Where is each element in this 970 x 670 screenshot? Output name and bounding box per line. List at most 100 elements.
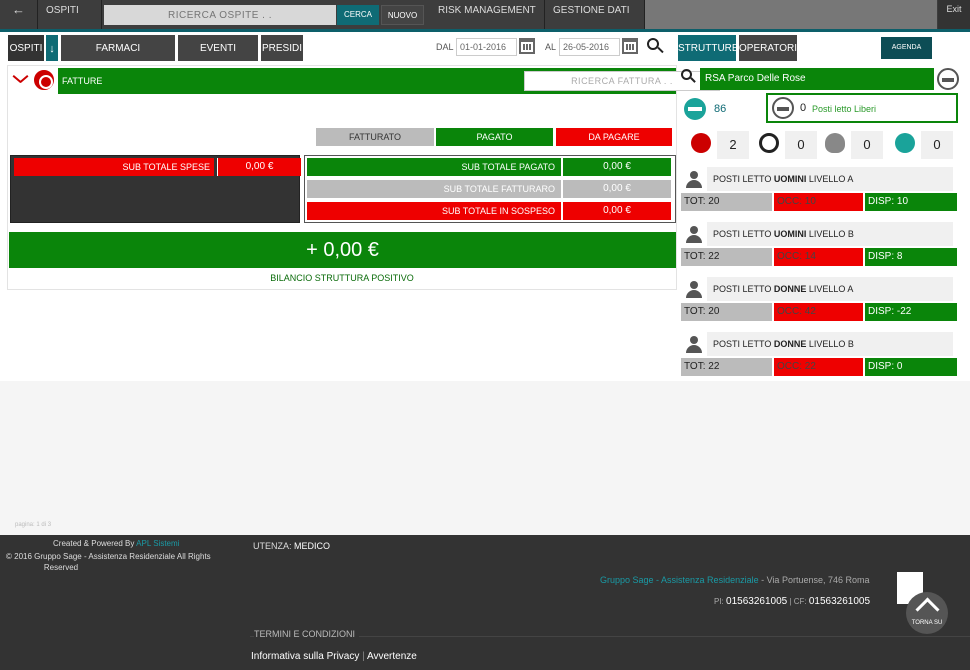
sub-totale-sospeso-label: SUB TOTALE IN SOSPESO: [307, 202, 561, 220]
room-total: TOT: 22: [681, 358, 772, 376]
footer-links: Informativa sulla Privacy | Avvertenze: [251, 651, 417, 662]
hand-icon: [691, 133, 711, 153]
room-card[interactable]: POSTI LETTO UOMINI LIVELLO A TOT: 20 OCC…: [681, 165, 959, 215]
bed-icon: [772, 97, 794, 119]
stat-hand: 2: [691, 131, 753, 159]
room-occupied: OCC: 42: [774, 303, 863, 321]
chevron-down-icon[interactable]: [12, 72, 28, 88]
occupied-count: 86: [714, 103, 727, 115]
room-title: POSTI LETTO UOMINI LIVELLO B: [707, 222, 953, 246]
room-available: DISP: 10: [865, 193, 957, 211]
top-bar-spacer: [645, 0, 937, 29]
avvertenze-link[interactable]: Avvertenze: [367, 651, 417, 662]
occupied-bed-icon: [684, 98, 706, 120]
stat-hospital: 0: [759, 131, 821, 159]
tab-operatori[interactable]: OPERATORI: [738, 34, 798, 62]
tab-ospiti[interactable]: OSPITI: [7, 34, 45, 62]
bilancio-status: BILANCIO STRUTTURA POSITIVO: [270, 273, 414, 283]
dal-label: DAL: [436, 42, 454, 52]
copyright: © 2016 Gruppo Sage - Assistenza Residenz…: [6, 552, 211, 572]
content-area: pagina: 1 di 3 OSPITI ↓ FARMACI SOTTOSCO…: [0, 32, 970, 535]
room-title: POSTI LETTO DONNE LIVELLO A: [707, 277, 953, 301]
bed-icon: [937, 68, 959, 90]
free-beds-count: 0: [800, 102, 807, 114]
tax-ids: PI: 01563261005 | CF: 01563261005: [714, 596, 871, 607]
sub-totale-spese-label: SUB TOTALE SPESE: [14, 158, 214, 176]
powered-by-link[interactable]: APL Sistemi: [136, 539, 179, 548]
fatture-header-icons: [12, 70, 58, 94]
tab-strutture[interactable]: STRUTTURE: [677, 34, 739, 62]
person-icon: [685, 336, 703, 354]
free-beds-box: 0 Posti letto Liberi: [766, 93, 958, 123]
history-icon: [895, 133, 915, 153]
filter-fatturato-button[interactable]: FATTURATO: [316, 128, 434, 146]
subtotals-box: SUB TOTALE PAGATO 0,00 € SUB TOTALE FATT…: [304, 155, 676, 223]
back-icon[interactable]: ←: [0, 0, 38, 29]
person-icon: [685, 226, 703, 244]
top-tab-risk-management[interactable]: RISK MANAGEMENT: [430, 0, 545, 29]
free-beds-label: Posti letto Liberi: [812, 104, 877, 114]
al-label: AL: [545, 42, 557, 52]
room-total: TOT: 22: [681, 248, 772, 266]
sub-totale-fatturato-label: SUB TOTALE FATTURARO: [307, 180, 561, 198]
stat-value: 0: [851, 131, 883, 159]
stat-value: 2: [717, 131, 749, 159]
filter-da-pagare-button[interactable]: DA PAGARE: [556, 128, 672, 146]
grand-total: + 0,00 €: [9, 232, 676, 268]
room-occupied: OCC: 14: [774, 248, 863, 266]
room-occupied: OCC: 10: [774, 193, 863, 211]
calendar-icon[interactable]: [519, 38, 535, 54]
al-date-input[interactable]: 26-05-2016: [559, 38, 620, 56]
person-icon: [685, 281, 703, 299]
cerca-button[interactable]: CERCA: [337, 5, 379, 25]
top-tab-gestione-dati[interactable]: GESTIONE DATI: [545, 0, 645, 29]
sub-totale-pagato-label: SUB TOTALE PAGATO: [307, 158, 561, 176]
room-available: DISP: 0: [865, 358, 957, 376]
filter-pagato-button[interactable]: PAGATO: [436, 128, 553, 146]
room-available: DISP: -22: [865, 303, 957, 321]
room-occupied: OCC: 22: [774, 358, 863, 376]
nuovo-button[interactable]: NUOVO: [381, 5, 424, 25]
sub-totale-pagato-value: 0,00 €: [563, 158, 671, 176]
tab-eventi-avversi[interactable]: EVENTI AVVERSI: [177, 34, 259, 82]
user-role: UTENZA: MEDICO: [253, 541, 331, 551]
top-tab-ospiti[interactable]: OSPITI: [38, 0, 102, 29]
room-total: TOT: 20: [681, 193, 772, 211]
target-icon: [34, 70, 54, 90]
room-card[interactable]: POSTI LETTO UOMINI LIVELLO B TOT: 22 OCC…: [681, 220, 959, 270]
sort-arrow-icon[interactable]: ↓: [45, 34, 59, 62]
room-card[interactable]: POSTI LETTO DONNE LIVELLO A TOT: 20 OCC:…: [681, 275, 959, 325]
stat-value: 0: [921, 131, 953, 159]
page-indicator: pagina: 1 di 3: [15, 522, 52, 528]
search-icon[interactable]: [681, 69, 697, 85]
strutture-panel: RSA Parco Delle Rose 86 0 Posti letto Li…: [677, 65, 962, 381]
room-total: TOT: 20: [681, 303, 772, 321]
top-bar: ← OSPITI CERCA NUOVO RISK MANAGEMENT GES…: [0, 0, 970, 32]
sub-totale-spese-value: 0,00 €: [217, 158, 301, 176]
room-title: POSTI LETTO UOMINI LIVELLO A: [707, 167, 953, 191]
tab-presidi[interactable]: PRESIDI: [260, 34, 304, 62]
sub-totale-sospeso-value: 0,00 €: [563, 202, 671, 220]
room-available: DISP: 8: [865, 248, 957, 266]
back-to-top-button[interactable]: TORNA SU: [906, 592, 948, 634]
privacy-link[interactable]: Informativa sulla Privacy: [251, 651, 359, 662]
room-card[interactable]: POSTI LETTO DONNE LIVELLO B TOT: 22 OCC:…: [681, 330, 959, 380]
calendar-icon[interactable]: [622, 38, 638, 54]
company-address: Gruppo Sage - Assistenza Residenziale - …: [600, 575, 870, 585]
heart-icon: [825, 133, 845, 153]
tab-farmaci-sottoscorta[interactable]: FARMACI SOTTOSCORTA: [60, 34, 176, 82]
stat-heart: 0: [825, 131, 887, 159]
guest-search-input[interactable]: [104, 5, 336, 25]
search-icon[interactable]: [647, 38, 665, 56]
agenda-button[interactable]: AGENDA: [881, 37, 932, 59]
fatture-title-bar: FATTURE RICERCA FATTURA . .: [58, 68, 720, 94]
stat-value: 0: [785, 131, 817, 159]
dal-date-input[interactable]: 01-01-2016: [456, 38, 517, 56]
footer: Created & Powered By APL Sistemi © 2016 …: [0, 535, 970, 670]
room-title: POSTI LETTO DONNE LIVELLO B: [707, 332, 953, 356]
sub-totale-fatturato-value: 0,00 €: [563, 180, 671, 198]
struttura-name[interactable]: RSA Parco Delle Rose: [700, 68, 934, 90]
powered-by: Created & Powered By APL Sistemi: [53, 539, 180, 548]
terms-heading: TERMINI E CONDIZIONI: [254, 629, 359, 639]
exit-button[interactable]: Exit: [938, 0, 970, 29]
